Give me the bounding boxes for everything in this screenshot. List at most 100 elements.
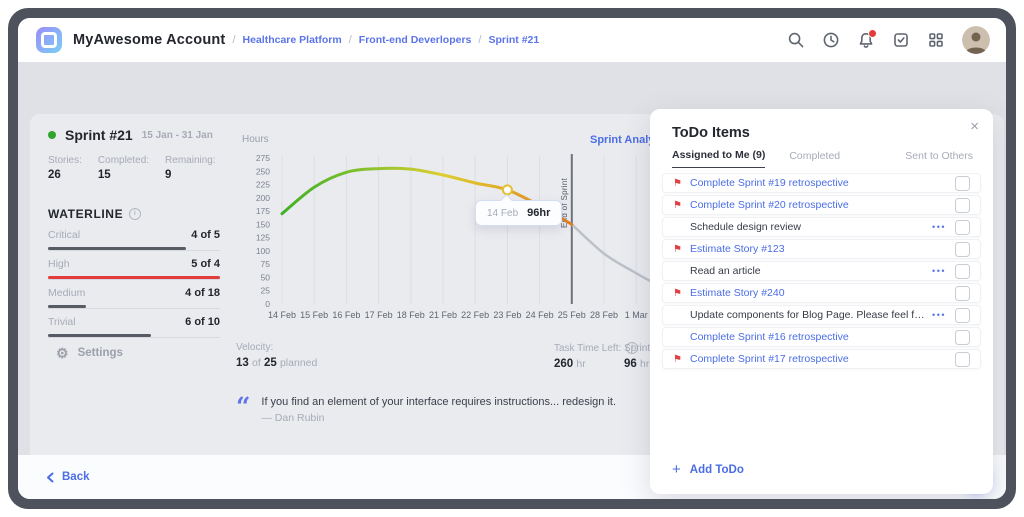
todo-list: ⚑ Complete Sprint #19 retrospective ••• … [662,173,981,371]
breadcrumb-separator: / [349,34,352,46]
todo-item[interactable]: ⚑ Complete Sprint #19 retrospective ••• [662,173,981,193]
quote-author: — Dan Rubin [261,412,616,424]
todo-item-label[interactable]: Complete Sprint #16 retrospective [690,331,926,343]
more-options-icon[interactable]: ••• [932,266,946,276]
svg-text:16 Feb: 16 Feb [332,310,360,320]
todo-item[interactable]: ⚑ Read an article ••• [662,261,981,281]
breadcrumb-sprint[interactable]: Sprint #21 [488,34,539,46]
todo-checkbox[interactable] [955,198,970,213]
svg-text:150: 150 [256,219,270,229]
todo-item-label[interactable]: Update components for Blog Page. Please … [690,309,926,321]
todo-checkbox[interactable] [955,264,970,279]
chart-canvas: 14 Feb15 Feb16 Feb17 Feb18 Feb21 Feb22 F… [232,148,662,326]
todo-checkbox[interactable] [955,286,970,301]
avatar[interactable] [962,26,990,54]
top-bar: MyAwesome Account / Healthcare Platform … [18,18,1006,62]
app-logo-icon[interactable] [36,27,62,53]
chart-tooltip: 14 Feb 96hr [475,200,562,226]
todo-item-label[interactable]: Estimate Story #240 [690,287,926,299]
svg-text:250: 250 [256,166,270,176]
waterline-bar [48,247,220,251]
waterline-bar-fill [48,305,86,308]
svg-text:100: 100 [256,246,270,256]
todo-item-label[interactable]: Complete Sprint #19 retrospective [690,177,926,189]
plus-icon: + [672,461,681,478]
todo-item[interactable]: ⚑ Update components for Blog Page. Pleas… [662,305,981,325]
todo-checkbox[interactable] [955,330,970,345]
todo-item-label[interactable]: Schedule design review [690,221,926,233]
svg-text:14 Feb: 14 Feb [268,310,296,320]
flag-icon: ⚑ [673,200,690,211]
todo-checkbox[interactable] [955,242,970,257]
breadcrumb-healthcare-platform[interactable]: Healthcare Platform [243,34,342,46]
todo-panel-title: ToDo Items [672,125,750,141]
todo-checkbox[interactable] [955,176,970,191]
metric-velocity: Velocity: 13 of 25 planned [236,342,317,369]
search-icon[interactable] [787,31,805,49]
apps-grid-icon[interactable] [927,31,945,49]
breadcrumb-separator: / [232,34,235,46]
close-icon[interactable]: × [970,119,979,134]
todo-checkbox[interactable] [955,220,970,235]
stat-label: Stories: [48,155,82,166]
breadcrumb-team[interactable]: Front-end Deverlopers [359,34,472,46]
todo-item[interactable]: ⚑ Complete Sprint #20 retrospective ••• [662,195,981,215]
waterline-value: 4 of 5 [191,229,220,241]
add-todo-button[interactable]: + Add ToDo [672,461,744,478]
stat-value: 9 [165,169,216,181]
todo-panel: × ToDo Items Assigned to Me (9) Complete… [650,109,993,494]
waterline-row: Trivial 6 of 10 [48,316,220,338]
settings-button[interactable]: ⚙ Settings [56,346,123,360]
sprint-header: Sprint #21 15 Jan - 31 Jan [48,127,213,143]
burndown-chart: Hours Sprint Analytics 14 Feb15 Feb16 Fe… [232,134,662,344]
tab-sent-to-others[interactable]: Sent to Others [905,150,973,168]
quote-icon: “ [236,399,250,424]
svg-text:1 Mar: 1 Mar [625,310,648,320]
tooltip-date: 14 Feb [487,208,518,219]
todo-item[interactable]: ⚑ Schedule design review ••• [662,217,981,237]
history-icon[interactable] [822,31,840,49]
todo-item[interactable]: ⚑ Estimate Story #123 ••• [662,239,981,259]
waterline-label: Critical [48,229,80,241]
svg-text:275: 275 [256,153,270,163]
todo-checkbox[interactable] [955,308,970,323]
todo-checkbox[interactable] [955,352,970,367]
quote-text: If you find an element of your interface… [261,396,616,408]
svg-text:23 Feb: 23 Feb [493,310,521,320]
todo-item-label[interactable]: Read an article [690,265,926,277]
notifications-icon[interactable] [857,31,875,49]
waterline-bar [48,276,220,280]
flag-icon: ⚑ [673,288,690,299]
tooltip-value: 96hr [527,207,550,219]
waterline-bar-fill [48,276,220,279]
svg-text:225: 225 [256,180,270,190]
back-button[interactable]: Back [46,471,90,483]
info-icon[interactable]: i [129,208,141,220]
waterline-bar [48,334,220,338]
tab-assigned-to-me[interactable]: Assigned to Me (9) [672,149,765,168]
waterline-row: Critical 4 of 5 [48,229,220,251]
waterline-value: 6 of 10 [185,316,220,328]
chart-marker[interactable] [503,185,512,194]
more-options-icon[interactable]: ••• [932,222,946,232]
todo-item-label[interactable]: Complete Sprint #17 retrospective [690,353,926,365]
todo-item[interactable]: ⚑ Complete Sprint #17 retrospective ••• [662,349,981,369]
todo-tabs: Assigned to Me (9) Completed Sent to Oth… [672,149,973,168]
header-icons [787,26,990,54]
sprint-name: Sprint #21 [65,127,133,143]
todo-item-label[interactable]: Complete Sprint #20 retrospective [690,199,926,211]
notification-badge [868,29,877,38]
waterline-label: Medium [48,287,85,299]
todo-item[interactable]: ⚑ Complete Sprint #16 retrospective ••• [662,327,981,347]
body-background: Sprint #21 15 Jan - 31 Jan Stories: 26 C… [18,62,1006,455]
flag-icon: ⚑ [673,178,690,189]
tasks-icon[interactable] [892,31,910,49]
svg-text:17 Feb: 17 Feb [365,310,393,320]
todo-item[interactable]: ⚑ Estimate Story #240 ••• [662,283,981,303]
todo-item-label[interactable]: Estimate Story #123 [690,243,926,255]
sprint-stats: Stories: 26 Completed: 15 Remaining: 9 [48,155,216,181]
chevron-left-icon [46,472,54,483]
more-options-icon[interactable]: ••• [932,310,946,320]
tab-completed[interactable]: Completed [789,150,840,168]
stat-value: 26 [48,169,82,181]
